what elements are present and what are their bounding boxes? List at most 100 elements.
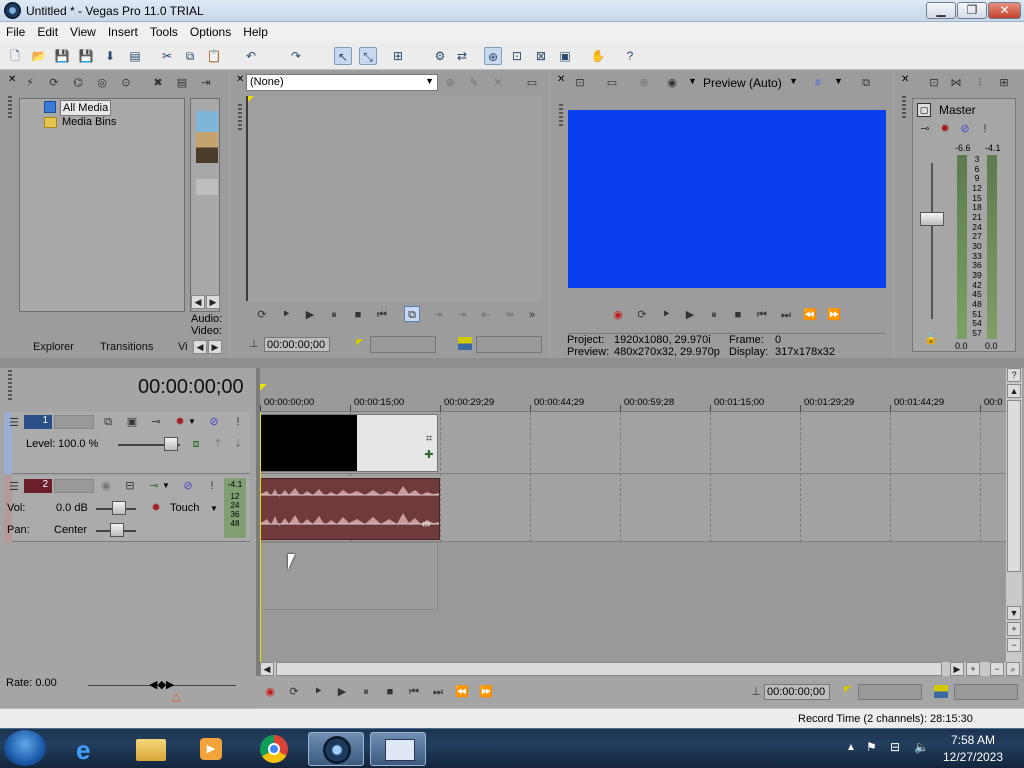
- menu-options[interactable]: Options: [184, 22, 237, 39]
- split-screen-icon[interactable]: ⊕: [636, 75, 652, 91]
- master-grip[interactable]: [902, 96, 906, 120]
- lock-icon[interactable]: 🔒: [923, 331, 939, 347]
- menu-view[interactable]: View: [64, 22, 102, 39]
- chevron-down-icon[interactable]: ▼: [162, 481, 170, 490]
- compositing-icon[interactable]: ▣: [124, 414, 140, 430]
- chrome-icon[interactable]: [246, 732, 302, 766]
- scroll-down-icon[interactable]: ▼: [1007, 606, 1021, 620]
- pause-icon[interactable]: ⏸: [706, 307, 722, 323]
- auto-crossfade-icon[interactable]: ⇄: [453, 47, 471, 65]
- level-slider[interactable]: [164, 437, 178, 451]
- maximize-button[interactable]: ❐: [957, 2, 987, 19]
- generate-icon[interactable]: ⧈: [188, 436, 204, 452]
- master-close-icon[interactable]: ✕: [901, 74, 909, 85]
- vscroll-thumb[interactable]: [1007, 400, 1021, 572]
- menu-insert[interactable]: Insert: [102, 22, 144, 39]
- audio-track-name[interactable]: [54, 479, 94, 493]
- render-icon[interactable]: ⬇: [101, 47, 119, 65]
- trimmer-grip[interactable]: [238, 104, 242, 132]
- scroll-right-icon[interactable]: ▶: [950, 662, 964, 676]
- tab-explorer[interactable]: Explorer: [25, 339, 82, 356]
- minimize-button[interactable]: ▁: [926, 2, 956, 19]
- zoom-in-vertical-icon[interactable]: +: [1007, 622, 1021, 636]
- hscroll-thumb[interactable]: [276, 662, 942, 676]
- add-to-timeline-icon[interactable]: ⇥: [430, 307, 446, 323]
- empty-track-area[interactable]: [260, 542, 1006, 662]
- hand-tool-icon[interactable]: ✋: [589, 47, 607, 65]
- refresh-icon[interactable]: ⟳: [46, 75, 62, 91]
- trimmer-close-icon[interactable]: ✕: [236, 74, 244, 85]
- play-icon[interactable]: ▶: [682, 307, 698, 323]
- chevron-down-icon[interactable]: ▼: [688, 76, 697, 86]
- stop-icon[interactable]: ■: [382, 684, 398, 700]
- enable-snapping-icon[interactable]: ⊕: [484, 47, 502, 65]
- event-pan-crop-icon[interactable]: ⌗: [421, 431, 437, 447]
- arm-record-icon[interactable]: ◉: [98, 478, 114, 494]
- solo-icon[interactable]: !: [204, 478, 220, 494]
- timeline-ruler[interactable]: 00:00:00;00 00:00:15;00 00:00:29;29 00:00:4…: [260, 395, 1006, 412]
- preview-grip[interactable]: [559, 104, 563, 128]
- tree-item-media-bins[interactable]: Media Bins: [62, 116, 116, 128]
- motion-icon[interactable]: ⧉: [100, 414, 116, 430]
- move-up-icon[interactable]: ⇡: [210, 436, 226, 452]
- play-icon[interactable]: ▶: [334, 684, 350, 700]
- record-marker-icon[interactable]: ?: [1007, 368, 1021, 382]
- go-to-start-icon[interactable]: ⏮: [406, 684, 422, 700]
- loop-icon[interactable]: ⟳: [286, 684, 302, 700]
- trim-preview-icon[interactable]: ▭: [524, 75, 540, 91]
- lock-envelopes-icon[interactable]: ⊠: [532, 47, 550, 65]
- action-center-icon[interactable]: ⚑: [866, 740, 877, 754]
- up-folder-icon[interactable]: ⚡: [22, 75, 38, 91]
- explorer-grip[interactable]: [8, 96, 12, 120]
- move-down-icon[interactable]: ⇣: [230, 436, 246, 452]
- scroll-up-icon[interactable]: ▲: [1007, 384, 1021, 398]
- ignore-grouping-icon[interactable]: ▣: [556, 47, 574, 65]
- mute-icon[interactable]: ⊘: [957, 121, 973, 137]
- tab-scroll-left-icon[interactable]: ◀: [193, 340, 207, 354]
- track-menu-icon[interactable]: ☰: [6, 415, 22, 431]
- stop-icon[interactable]: ■: [730, 307, 746, 323]
- master-fader[interactable]: [920, 212, 944, 226]
- play-from-start-icon[interactable]: ⯈: [310, 684, 326, 700]
- stop-icon[interactable]: ■: [350, 307, 366, 323]
- next-frame-icon[interactable]: ⏩: [478, 684, 494, 700]
- panel-close-icon[interactable]: ✕: [8, 74, 16, 85]
- mixer-options-icon[interactable]: ⊞: [996, 75, 1012, 91]
- zoom-out-horizontal-icon[interactable]: −: [990, 662, 1004, 676]
- save-icon[interactable]: 💾: [53, 47, 71, 65]
- start-button[interactable]: [4, 730, 46, 766]
- selection-tool-icon[interactable]: ⊞: [389, 47, 407, 65]
- globe-icon[interactable]: ◎: [94, 75, 110, 91]
- snap-icon[interactable]: ⚙: [431, 47, 449, 65]
- track-fx-bypass-icon[interactable]: ⊸: [148, 414, 164, 430]
- trim-icon[interactable]: ⊗: [442, 75, 458, 91]
- volume-icon[interactable]: 🔈: [914, 740, 929, 754]
- record-icon[interactable]: ◉: [262, 684, 278, 700]
- file-explorer-icon[interactable]: [122, 732, 178, 766]
- go-to-start-icon[interactable]: ⏮: [754, 307, 770, 323]
- fx-icon[interactable]: ✹: [937, 121, 953, 137]
- save-as-icon[interactable]: 💾: [77, 47, 95, 65]
- trimmer-video-area[interactable]: [246, 96, 542, 301]
- properties-icon[interactable]: ▤: [126, 47, 144, 65]
- pause-icon[interactable]: ⏸: [358, 684, 374, 700]
- media-player-icon[interactable]: ▶: [182, 732, 238, 766]
- mute-icon[interactable]: ⊘: [180, 478, 196, 494]
- previous-frame-icon[interactable]: ⏪: [802, 307, 818, 323]
- redo-icon[interactable]: ↷: [287, 47, 305, 65]
- play-icon[interactable]: ▶: [302, 307, 318, 323]
- vegas-app-icon[interactable]: [4, 2, 21, 19]
- copy-snapshot-icon[interactable]: ⧉: [858, 75, 874, 91]
- copy-icon[interactable]: ⧉: [181, 47, 199, 65]
- paste-icon[interactable]: 📋: [205, 47, 223, 65]
- net-icon[interactable]: ⌬: [70, 75, 86, 91]
- view-icon[interactable]: ▤: [174, 75, 190, 91]
- chevron-down-icon[interactable]: ▼: [188, 417, 196, 426]
- splitter[interactable]: [0, 358, 1024, 368]
- scroll-left-icon[interactable]: ◀: [191, 295, 205, 309]
- scroll-right-icon[interactable]: ▶: [206, 295, 220, 309]
- fill-icon[interactable]: ⇹: [502, 307, 518, 323]
- preview-properties-icon[interactable]: ⊡: [572, 75, 588, 91]
- media-thumbnail[interactable]: [196, 111, 218, 163]
- rate-slider[interactable]: ◀◆▶: [149, 678, 174, 691]
